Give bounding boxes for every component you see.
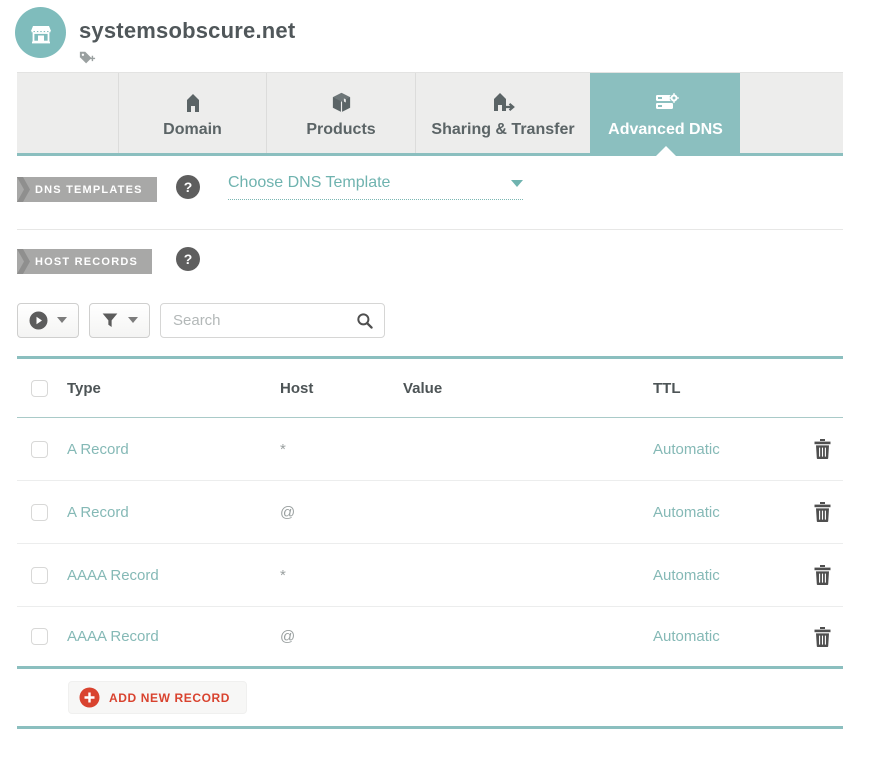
add-tag-icon[interactable] bbox=[78, 50, 96, 66]
plus-circle-icon bbox=[79, 687, 100, 708]
table-row: A Record * Automatic bbox=[17, 418, 843, 481]
add-record-row: ADD NEW RECORD bbox=[17, 669, 843, 729]
add-new-record-label: ADD NEW RECORD bbox=[109, 691, 230, 705]
dns-template-dropdown-value: Choose DNS Template bbox=[228, 174, 390, 192]
tab-domain[interactable]: Domain bbox=[118, 73, 266, 153]
select-all-checkbox[interactable] bbox=[31, 380, 48, 397]
tab-products[interactable]: Products bbox=[266, 73, 415, 153]
column-header-value: Value bbox=[403, 380, 653, 397]
table-row: AAAA Record * Automatic bbox=[17, 544, 843, 607]
record-ttl[interactable]: Automatic bbox=[653, 504, 793, 521]
column-header-host: Host bbox=[280, 380, 403, 397]
records-toolbar bbox=[17, 302, 843, 338]
column-header-type: Type bbox=[67, 380, 280, 397]
page-header: systemsobscure.net bbox=[0, 0, 874, 72]
record-type[interactable]: AAAA Record bbox=[67, 567, 280, 584]
tab-products-label: Products bbox=[306, 121, 375, 139]
tab-sharing-transfer-label: Sharing & Transfer bbox=[431, 121, 574, 139]
house-transfer-icon bbox=[490, 90, 516, 114]
storefront-icon bbox=[27, 19, 55, 47]
tab-advanced-dns[interactable]: Advanced DNS bbox=[590, 73, 740, 153]
host-records-help-icon[interactable]: ? bbox=[176, 247, 200, 271]
dns-templates-section: DNS TEMPLATES ? Choose DNS Template bbox=[17, 170, 843, 230]
trash-icon bbox=[814, 439, 831, 459]
delete-record-button[interactable] bbox=[814, 439, 831, 459]
column-header-ttl: TTL bbox=[653, 380, 793, 397]
domain-management-page: systemsobscure.net Domain Products Shar bbox=[0, 0, 874, 72]
delete-record-button[interactable] bbox=[814, 502, 831, 522]
search-input[interactable] bbox=[161, 312, 341, 329]
table-row: AAAA Record @ Automatic bbox=[17, 607, 843, 669]
table-row: A Record @ Automatic bbox=[17, 481, 843, 544]
host-records-table: Type Host Value TTL A Record * Automatic… bbox=[17, 356, 843, 729]
tab-sharing-transfer[interactable]: Sharing & Transfer bbox=[415, 73, 590, 153]
search-icon[interactable] bbox=[356, 312, 374, 330]
dns-templates-ribbon: DNS TEMPLATES bbox=[17, 177, 157, 202]
dns-templates-help-icon[interactable]: ? bbox=[176, 175, 200, 199]
record-ttl[interactable]: Automatic bbox=[653, 567, 793, 584]
record-host[interactable]: * bbox=[280, 441, 403, 458]
tab-bar: Domain Products Sharing & Transfer bbox=[17, 72, 843, 156]
box-icon bbox=[330, 90, 353, 114]
run-actions-button[interactable] bbox=[17, 303, 79, 338]
record-host[interactable]: * bbox=[280, 567, 403, 584]
trash-icon bbox=[814, 565, 831, 585]
record-host[interactable]: @ bbox=[280, 504, 403, 521]
house-icon bbox=[182, 90, 204, 114]
row-checkbox[interactable] bbox=[31, 504, 48, 521]
domain-avatar bbox=[15, 7, 66, 58]
record-host[interactable]: @ bbox=[280, 628, 403, 645]
row-checkbox[interactable] bbox=[31, 628, 48, 645]
tab-domain-label: Domain bbox=[163, 121, 222, 139]
add-new-record-button[interactable]: ADD NEW RECORD bbox=[68, 681, 247, 714]
dns-template-dropdown[interactable]: Choose DNS Template bbox=[228, 174, 523, 200]
row-checkbox[interactable] bbox=[31, 567, 48, 584]
chevron-down-icon bbox=[128, 317, 138, 323]
host-records-section: HOST RECORDS ? bbox=[17, 242, 843, 290]
table-header-row: Type Host Value TTL bbox=[17, 359, 843, 418]
tab-bar-spacer bbox=[740, 73, 843, 153]
chevron-down-icon bbox=[511, 180, 523, 187]
trash-icon bbox=[814, 502, 831, 522]
chevron-down-icon bbox=[57, 317, 67, 323]
filter-button[interactable] bbox=[89, 303, 150, 338]
search-box bbox=[160, 303, 385, 338]
delete-record-button[interactable] bbox=[814, 565, 831, 585]
trash-icon bbox=[814, 627, 831, 647]
host-records-ribbon: HOST RECORDS bbox=[17, 249, 152, 274]
page-title: systemsobscure.net bbox=[79, 18, 295, 44]
filter-funnel-icon bbox=[101, 311, 119, 329]
dns-server-gear-icon bbox=[653, 90, 679, 114]
record-type[interactable]: AAAA Record bbox=[67, 628, 280, 645]
play-circle-icon bbox=[29, 311, 48, 330]
record-type[interactable]: A Record bbox=[67, 504, 280, 521]
delete-record-button[interactable] bbox=[814, 627, 831, 647]
tab-bar-spacer bbox=[17, 73, 118, 153]
record-type[interactable]: A Record bbox=[67, 441, 280, 458]
record-ttl[interactable]: Automatic bbox=[653, 628, 793, 645]
row-checkbox[interactable] bbox=[31, 441, 48, 458]
record-ttl[interactable]: Automatic bbox=[653, 441, 793, 458]
tab-advanced-dns-label: Advanced DNS bbox=[608, 121, 723, 139]
